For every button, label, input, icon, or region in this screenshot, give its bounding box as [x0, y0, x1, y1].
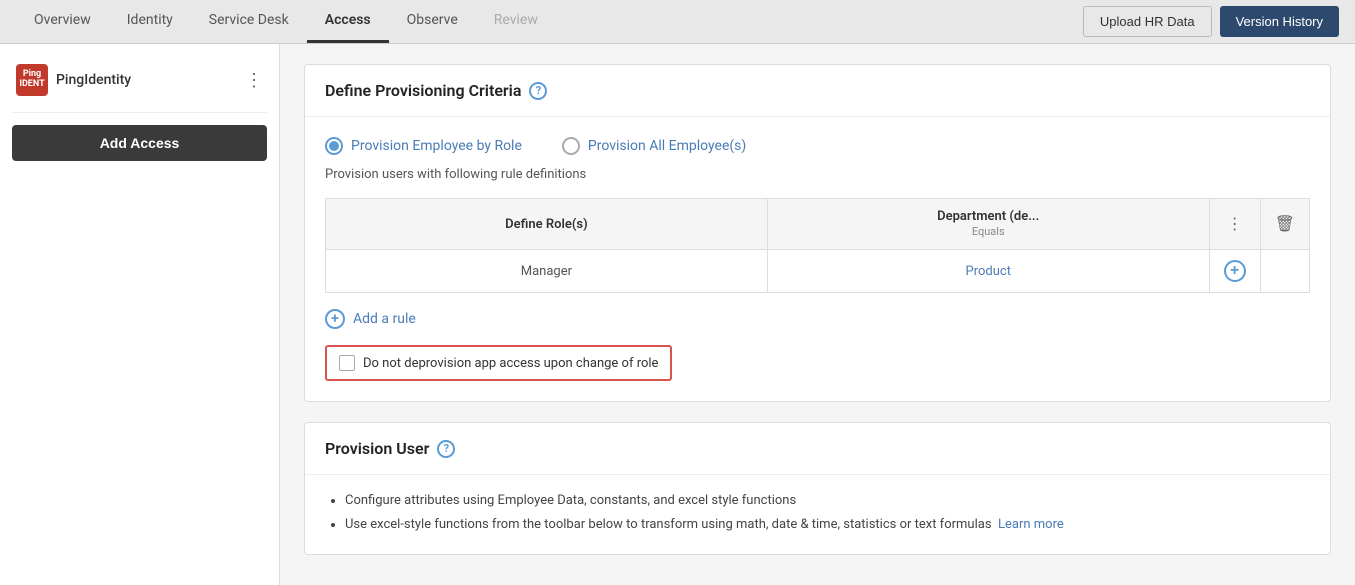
criteria-table: Define Role(s) Department (de... Equals … [325, 198, 1310, 293]
radio-by-role-label: Provision Employee by Role [351, 138, 522, 154]
radio-all-employees-label: Provision All Employee(s) [588, 138, 746, 154]
radio-group: Provision Employee by Role Provision All… [325, 137, 1310, 155]
bullet-2: Use excel-style functions from the toolb… [345, 515, 1310, 535]
deprovision-checkbox-row[interactable]: Do not deprovision app access upon chang… [325, 345, 672, 381]
main-content: Define Provisioning Criteria ? Provision… [280, 44, 1355, 585]
version-history-button[interactable]: Version History [1220, 6, 1339, 37]
bullet-1: Configure attributes using Employee Data… [345, 491, 1310, 511]
table-delete-button[interactable]: 🗑 [1275, 214, 1295, 234]
tab-identity[interactable]: Identity [109, 0, 191, 43]
provision-user-help-icon[interactable]: ? [437, 440, 455, 458]
tab-overview[interactable]: Overview [16, 0, 109, 43]
define-provisioning-help-icon[interactable]: ? [529, 82, 547, 100]
provision-user-title: Provision User [325, 439, 429, 458]
sidebar-brand: PingIDENT PingIdentity [16, 64, 131, 96]
provision-subtitle: Provision users with following rule defi… [325, 167, 1310, 182]
define-provisioning-title: Define Provisioning Criteria [325, 81, 521, 100]
table-more-options-button[interactable]: ⋮ [1227, 214, 1243, 234]
add-rule-icon: + [325, 309, 345, 329]
provision-user-bullets: Configure attributes using Employee Data… [325, 491, 1310, 534]
tab-service-desk[interactable]: Service Desk [191, 0, 307, 43]
radio-all-employees-circle [562, 137, 580, 155]
add-column-button[interactable]: + [1224, 260, 1246, 282]
top-nav: Overview Identity Service Desk Access Ob… [0, 0, 1355, 44]
tab-access[interactable]: Access [307, 0, 389, 43]
add-rule-label: Add a rule [353, 311, 416, 327]
define-provisioning-header: Define Provisioning Criteria ? [305, 65, 1330, 117]
col-header-role: Define Role(s) [326, 199, 768, 250]
radio-provision-by-role[interactable]: Provision Employee by Role [325, 137, 522, 155]
tab-observe[interactable]: Observe [389, 0, 476, 43]
nav-actions: Upload HR Data Version History [1083, 6, 1339, 37]
add-access-button[interactable]: Add Access [12, 125, 267, 161]
table-row: Manager Product + [326, 250, 1310, 293]
add-col-cell[interactable]: + [1209, 250, 1260, 293]
ping-logo: PingIDENT [16, 64, 48, 96]
nav-tabs: Overview Identity Service Desk Access Ob… [16, 0, 556, 43]
provision-user-body: Configure attributes using Employee Data… [305, 475, 1330, 554]
dept-cell: Product [767, 250, 1209, 293]
col-header-delete[interactable]: 🗑 [1260, 199, 1309, 250]
brand-name: PingIdentity [56, 72, 131, 88]
deprovision-checkbox-label: Do not deprovision app access upon chang… [363, 356, 658, 371]
role-cell: Manager [326, 250, 768, 293]
radio-by-role-circle [325, 137, 343, 155]
col-header-dept: Department (de... Equals [767, 199, 1209, 250]
define-provisioning-body: Provision Employee by Role Provision All… [305, 117, 1330, 401]
col-dept-subheader: Equals [972, 225, 1005, 238]
learn-more-link[interactable]: Learn more [998, 517, 1064, 532]
sidebar: PingIDENT PingIdentity ⋮ Add Access [0, 44, 280, 585]
upload-hr-data-button[interactable]: Upload HR Data [1083, 6, 1212, 37]
provision-user-header: Provision User ? [305, 423, 1330, 475]
tab-review: Review [476, 0, 556, 43]
sidebar-header: PingIDENT PingIdentity ⋮ [12, 56, 267, 113]
provision-user-section: Provision User ? Configure attributes us… [304, 422, 1331, 555]
main-layout: PingIDENT PingIdentity ⋮ Add Access Defi… [0, 44, 1355, 585]
row-delete-cell [1260, 250, 1309, 293]
radio-provision-all-employees[interactable]: Provision All Employee(s) [562, 137, 746, 155]
deprovision-checkbox[interactable] [339, 355, 355, 371]
col-header-actions[interactable]: ⋮ [1209, 199, 1260, 250]
add-rule-row[interactable]: + Add a rule [325, 309, 1310, 329]
sidebar-menu-icon[interactable]: ⋮ [245, 70, 263, 91]
define-provisioning-section: Define Provisioning Criteria ? Provision… [304, 64, 1331, 402]
